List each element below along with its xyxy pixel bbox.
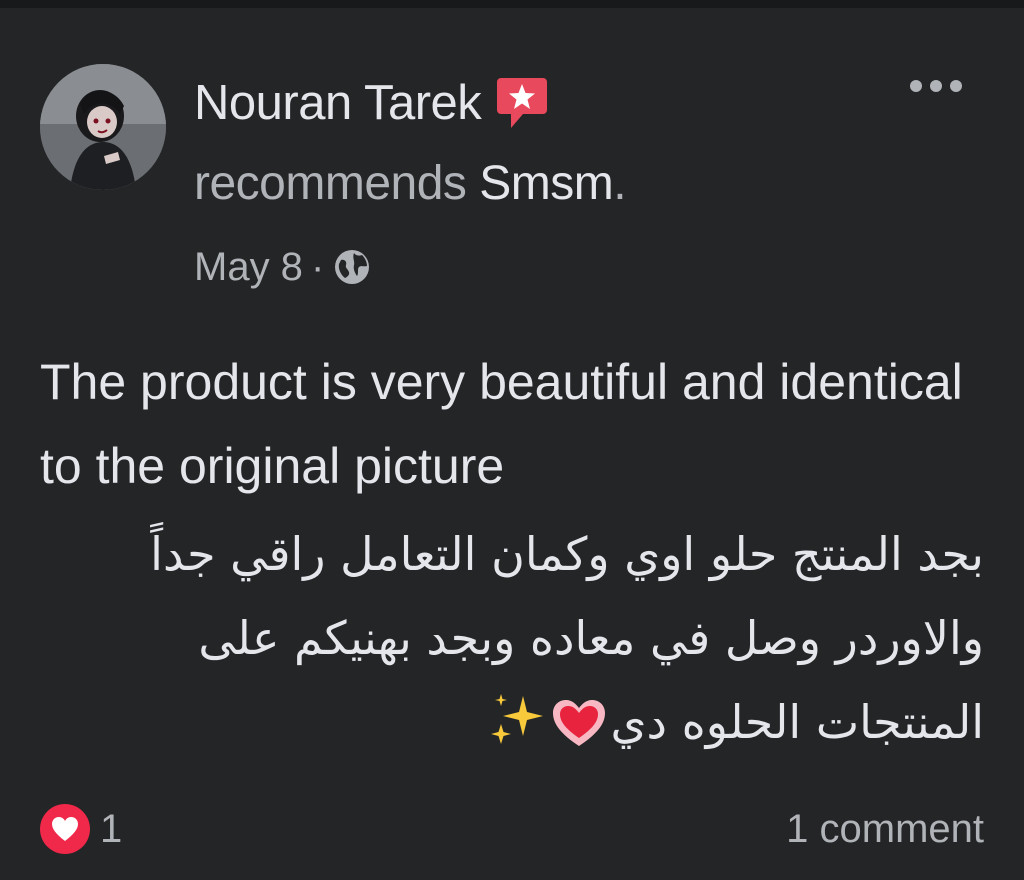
- globe-icon[interactable]: [332, 247, 372, 287]
- recommendation-period: .: [613, 157, 627, 210]
- reaction-count: 1: [100, 806, 123, 851]
- more-options-button[interactable]: [904, 66, 968, 106]
- top-edge: [0, 0, 1024, 8]
- reaction-summary[interactable]: 1: [40, 804, 122, 854]
- recommended-page-link[interactable]: Smsm: [479, 157, 613, 210]
- post-meta: May 8 ·: [194, 240, 372, 294]
- post-text-english: The product is very beautiful and identi…: [40, 354, 963, 494]
- post-date[interactable]: May 8: [194, 245, 303, 290]
- author-name[interactable]: Nouran Tarek: [194, 75, 482, 131]
- comments-count-link[interactable]: 1 comment: [786, 804, 984, 854]
- recommends-text: recommends: [194, 157, 467, 210]
- post-text-arabic: بجد المنتج حلو اوي وكمان التعامل راقي جد…: [40, 512, 984, 764]
- meta-separator: ·: [310, 244, 325, 289]
- more-options-icon: [910, 80, 962, 92]
- avatar-image: [40, 64, 166, 190]
- recommendation-star-icon: [497, 78, 548, 128]
- author-avatar[interactable]: [40, 64, 166, 190]
- heart-reaction-icon: [40, 804, 90, 854]
- sparkles-emoji: [490, 694, 543, 744]
- author-line: Nouran Tarek: [194, 72, 549, 134]
- recommendation-line: recommends Smsm.: [194, 156, 627, 211]
- heart-emoji: [552, 700, 605, 746]
